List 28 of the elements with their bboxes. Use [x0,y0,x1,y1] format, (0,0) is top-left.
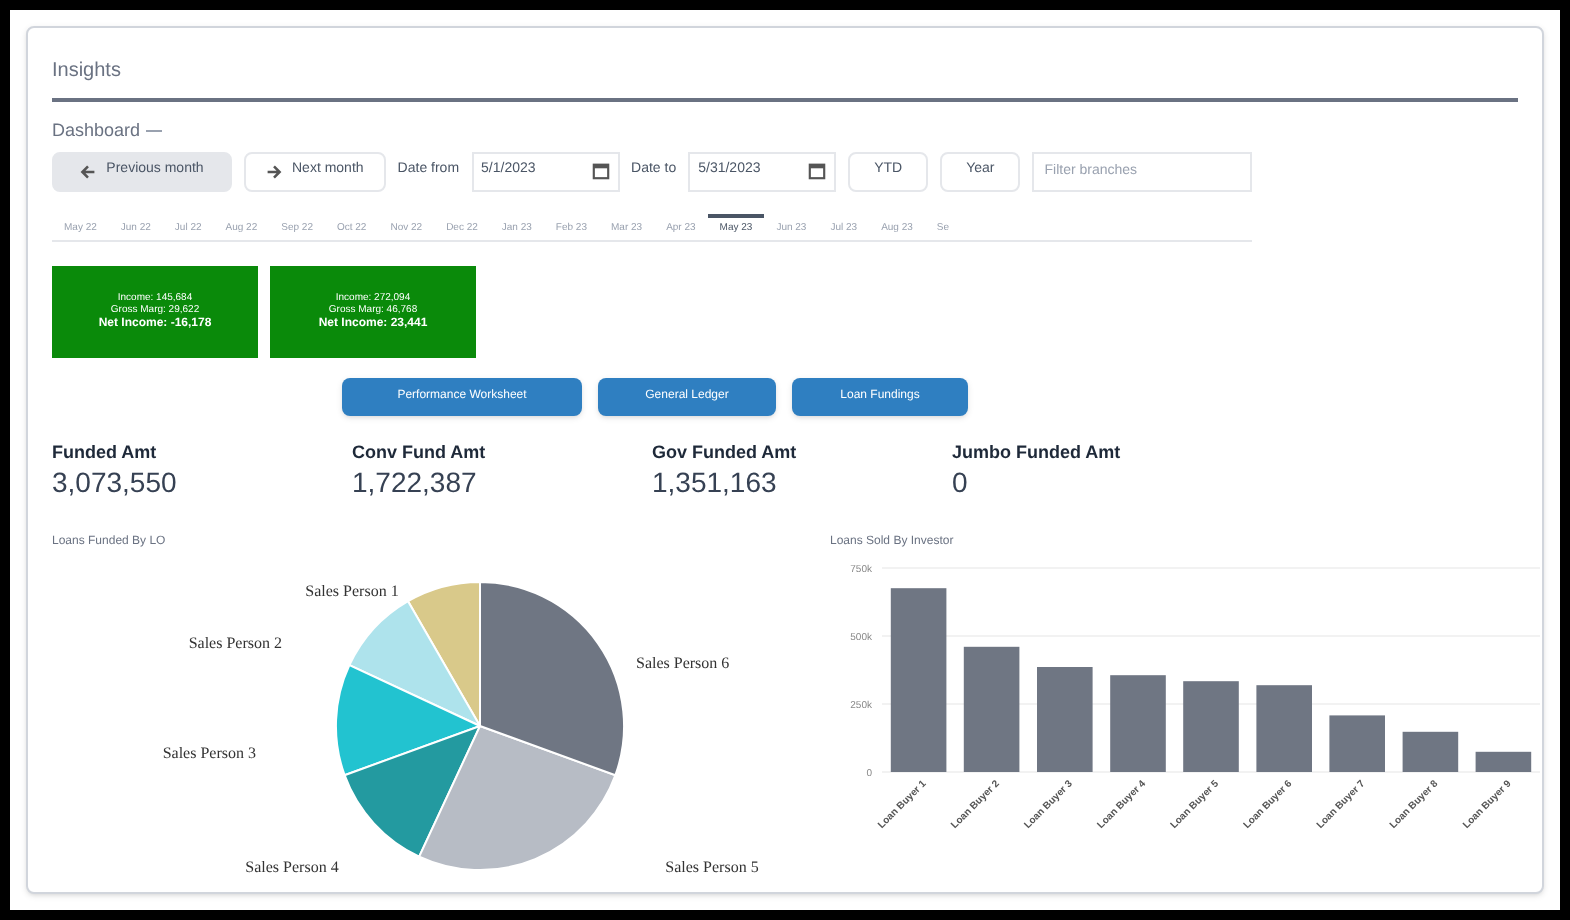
bar [1037,666,1093,772]
slice-label: Sales Person 4 [245,857,339,876]
stat-label: Gov Funded Amt [652,440,799,466]
arrow-left-icon [80,163,97,179]
bar [1256,685,1312,772]
stat-value: 1,351,163 [652,467,779,498]
slice-label: Sales Person 2 [188,633,282,652]
stat-label: Jumbo Funded Amt [952,440,1123,466]
stat-value: 0 [952,467,970,498]
page-title: Insights [52,60,121,82]
calendar-icon[interactable] [808,162,827,180]
stat-value: 3,073,550 [52,467,179,498]
stat-label: Conv Fund Amt [352,440,488,466]
slice-label: Sales Person 1 [305,581,399,600]
arrow-right-icon [266,163,282,179]
bar [963,646,1020,772]
bar [1402,731,1459,772]
slice-label: Sales Person 6 [636,653,730,672]
stat-value: 1,722,387 [352,467,479,498]
bar [1110,675,1166,772]
slice-label: Sales Person 5 [665,857,759,876]
section-title: Dashboard [52,118,141,144]
bar [1475,751,1532,772]
slice-label: Sales Person 3 [162,743,256,762]
calendar-icon[interactable] [591,162,610,180]
bar [1329,715,1385,772]
stat-label: Funded Amt [52,440,159,466]
bar [1183,681,1239,772]
